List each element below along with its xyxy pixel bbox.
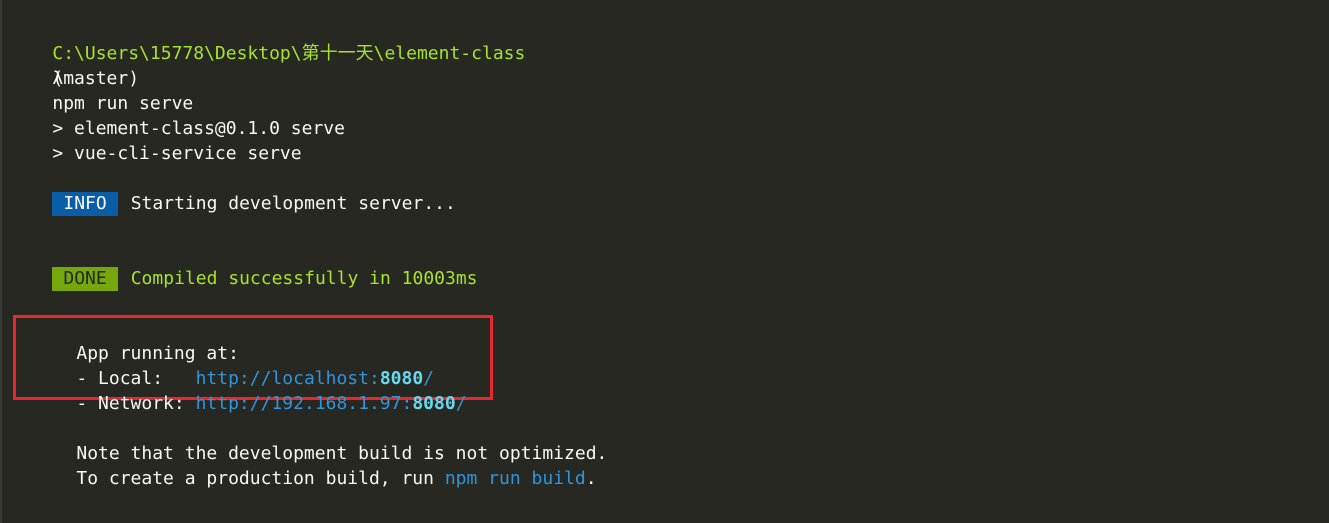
info-badge: INFO [52,192,118,216]
terminal-window[interactable]: C:\Users\15778\Desktop\第十一天\element-clas… [0,0,1329,523]
note-suffix: . [585,468,597,489]
info-line: INFO Starting development server... [9,166,456,216]
script-output-line-1: > element-class@0.1.0 serve [9,91,345,139]
app-running-heading: App running at: [33,316,239,364]
prompt-line: C:\Users\15778\Desktop\第十一天\element-clas… [9,16,525,89]
note-prefix: To create a production build, run [76,468,445,489]
prompt-branch: (master) [52,68,140,89]
network-url-link[interactable]: http://192.168.1.97:8080/ [196,393,467,414]
network-label: - Network: [76,393,196,414]
note-line-2: To create a production build, run npm ru… [33,441,596,489]
done-message: Compiled successfully in 10003ms [130,268,478,289]
done-line: DONE Compiled successfully in 10003ms [9,241,478,291]
network-url-suffix: / [455,393,467,414]
build-command: npm run build [444,468,586,489]
note-line-1: Note that the development build is not o… [33,416,607,464]
command-line: λ npm run serve [9,41,193,114]
network-url-line: - Network: http://192.168.1.97:8080/ [33,366,466,414]
info-message: Starting development server... [130,193,456,214]
prompt-symbol: λ [52,68,64,89]
network-port: 8080 [412,393,456,414]
window-border [0,0,2,523]
local-url-line: - Local: http://localhost:8080/ [33,341,434,389]
script-output-text: > vue-cli-service serve [52,143,302,164]
network-url-prefix: http://192.168.1.97: [195,393,413,414]
script-output-line-2: > vue-cli-service serve [9,116,301,164]
done-badge: DONE [52,267,118,291]
